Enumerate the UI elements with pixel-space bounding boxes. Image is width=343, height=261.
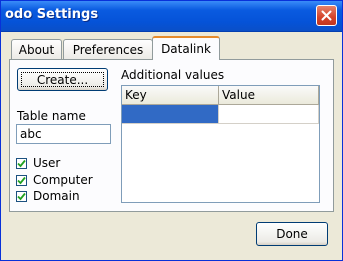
- domain-checkbox-label: Domain: [33, 189, 80, 203]
- tab-label: Datalink: [161, 42, 211, 56]
- settings-window: odo Settings About Preferences Datalink …: [0, 0, 343, 261]
- grid-header: Key Value: [122, 86, 319, 105]
- additional-values-grid[interactable]: Key Value: [121, 85, 320, 203]
- table-name-label: Table name: [17, 109, 86, 123]
- user-checkbox[interactable]: [16, 157, 27, 169]
- tab-label: Preferences: [72, 42, 144, 57]
- title-bar[interactable]: odo Settings: [1, 1, 342, 32]
- grid-row[interactable]: [122, 105, 319, 124]
- focus-outline: [21, 72, 104, 87]
- key-cell-selected[interactable]: [122, 105, 219, 124]
- user-checkbox-row[interactable]: User: [16, 156, 60, 170]
- close-icon: [321, 10, 332, 21]
- table-name-input[interactable]: abc: [16, 124, 111, 144]
- column-header-key[interactable]: Key: [122, 86, 219, 105]
- column-header-value[interactable]: Value: [219, 86, 319, 105]
- user-checkbox-label: User: [33, 156, 61, 170]
- domain-checkbox-row[interactable]: Domain: [16, 189, 80, 203]
- close-button[interactable]: [316, 5, 337, 26]
- checkmark-icon: [17, 176, 26, 184]
- computer-checkbox-label: Computer: [33, 173, 93, 187]
- checkmark-icon: [17, 159, 26, 167]
- checkmark-icon: [17, 192, 26, 200]
- computer-checkbox-row[interactable]: Computer: [16, 173, 93, 187]
- computer-checkbox[interactable]: [16, 174, 27, 186]
- create-button[interactable]: Create...: [17, 68, 108, 91]
- tab-datalink[interactable]: Datalink: [152, 36, 220, 60]
- tab-preferences[interactable]: Preferences: [63, 39, 153, 59]
- additional-values-label: Additional values: [121, 68, 225, 82]
- done-button[interactable]: Done: [256, 222, 328, 246]
- tab-about[interactable]: About: [11, 39, 62, 59]
- tab-label: About: [18, 42, 55, 57]
- value-cell[interactable]: [219, 105, 319, 124]
- window-title: odo Settings: [5, 7, 99, 22]
- done-button-label: Done: [276, 227, 308, 241]
- domain-checkbox[interactable]: [16, 190, 27, 202]
